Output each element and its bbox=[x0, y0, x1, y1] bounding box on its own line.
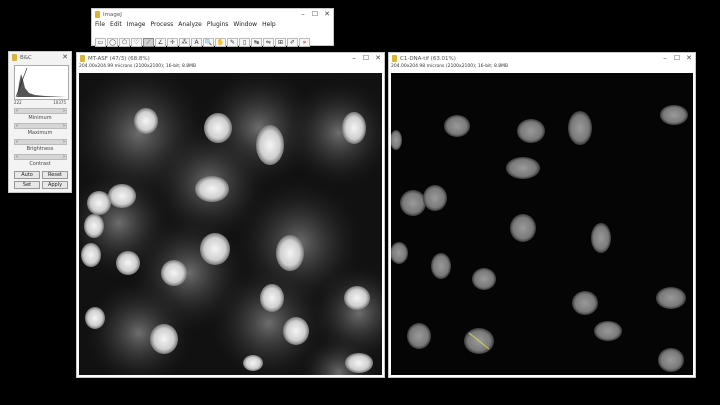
menu-help[interactable]: Help bbox=[262, 21, 276, 28]
imagej-titlebar[interactable]: ImageJ – ☐ ✕ bbox=[92, 9, 333, 20]
image2-app-icon bbox=[392, 55, 397, 62]
imagej-main-window: ImageJ – ☐ ✕ File Edit Image Process Analyze… bbox=[91, 8, 334, 47]
close-button[interactable]: ✕ bbox=[321, 9, 333, 20]
menu-plugins[interactable]: Plugins bbox=[207, 21, 229, 28]
arrow-right-icon[interactable]: › bbox=[63, 139, 65, 145]
menu-image[interactable]: Image bbox=[127, 21, 146, 28]
apply-button[interactable]: Apply bbox=[42, 181, 68, 189]
angle-tool-icon[interactable]: ∠ bbox=[155, 38, 166, 47]
maximum-slider[interactable]: ‹ › bbox=[14, 123, 67, 129]
minimize-button[interactable]: – bbox=[297, 9, 309, 20]
reset-button[interactable]: Reset bbox=[42, 171, 68, 179]
text-tool-icon[interactable]: A bbox=[191, 38, 202, 47]
histogram-min-value: 222 bbox=[14, 100, 22, 105]
arrow-right-icon[interactable]: › bbox=[63, 123, 65, 129]
lut-tool-icon[interactable]: ⇋ bbox=[263, 38, 274, 47]
dna-image bbox=[391, 73, 693, 375]
contrast-slider[interactable]: ‹ › bbox=[14, 154, 67, 160]
image2-canvas[interactable] bbox=[391, 73, 693, 375]
menu-bar: File Edit Image Process Analyze Plugins Window… bbox=[95, 21, 276, 28]
polygon-tool-icon[interactable]: ⬠ bbox=[119, 38, 130, 47]
contrast-label: Contrast bbox=[29, 161, 51, 167]
arrow-left-icon[interactable]: ‹ bbox=[16, 108, 18, 114]
maximize-button[interactable]: ☐ bbox=[671, 53, 683, 64]
set-button[interactable]: Set bbox=[14, 181, 40, 189]
menu-file[interactable]: File bbox=[95, 21, 105, 28]
imagej-title: ImageJ bbox=[103, 11, 122, 18]
maximize-button[interactable]: ☐ bbox=[309, 9, 321, 20]
close-button[interactable]: ✕ bbox=[683, 53, 695, 64]
maximize-button[interactable]: ☐ bbox=[360, 53, 372, 64]
image1-app-icon bbox=[80, 55, 85, 62]
image1-title: MT-ASF (47/3) (68.8%) bbox=[88, 55, 150, 62]
wand-tool-icon[interactable]: ⁂ bbox=[179, 38, 190, 47]
image1-canvas[interactable] bbox=[79, 73, 382, 375]
line-tool-icon[interactable]: ⟋ bbox=[143, 38, 154, 47]
menu-window[interactable]: Window bbox=[233, 21, 257, 28]
more-tools-icon[interactable]: » bbox=[299, 38, 310, 47]
histogram-plot bbox=[15, 67, 66, 98]
zoom-tool-icon[interactable]: 🔍 bbox=[203, 38, 214, 47]
minimum-label: Minimum bbox=[28, 115, 52, 121]
minimize-button[interactable]: – bbox=[348, 53, 360, 64]
arrow-left-icon[interactable]: ‹ bbox=[16, 123, 18, 129]
image-window-dna: C1-DNA-tif (63.01%) – ☐ ✕ 204.00x204.98 … bbox=[388, 52, 696, 378]
close-button[interactable]: ✕ bbox=[372, 53, 384, 64]
image1-info: 204.00x204.99 microns (2100x2100); 16-bi… bbox=[79, 64, 197, 69]
stk-tool-icon[interactable]: ↹ bbox=[251, 38, 262, 47]
rect-tool-icon[interactable]: ▭ bbox=[95, 38, 106, 47]
dev-tool-icon[interactable]: ⊞ bbox=[275, 38, 286, 47]
bc-titlebar[interactable]: B&C ✕ bbox=[9, 52, 71, 63]
oval-tool-icon[interactable]: ◯ bbox=[107, 38, 118, 47]
arrow-left-icon[interactable]: ‹ bbox=[16, 139, 18, 145]
dropper-tool-icon[interactable]: ✎ bbox=[227, 38, 238, 47]
freehand-tool-icon[interactable]: ♡ bbox=[131, 38, 142, 47]
custom-tool-icon[interactable]: ▯ bbox=[239, 38, 250, 47]
maximum-label: Maximum bbox=[27, 130, 53, 136]
hand-tool-icon[interactable]: ✋ bbox=[215, 38, 226, 47]
arrow-left-icon[interactable]: ‹ bbox=[16, 154, 18, 160]
arrow-right-icon[interactable]: › bbox=[63, 154, 65, 160]
histogram bbox=[14, 65, 69, 100]
minimize-button[interactable]: – bbox=[659, 53, 671, 64]
imagej-app-icon bbox=[95, 11, 100, 18]
auto-button[interactable]: Auto bbox=[14, 171, 40, 179]
image2-info: 204.00x204.98 microns (2100x2100); 16-bi… bbox=[391, 64, 509, 69]
menu-analyze[interactable]: Analyze bbox=[178, 21, 202, 28]
minimum-slider[interactable]: ‹ › bbox=[14, 108, 67, 114]
close-button[interactable]: ✕ bbox=[59, 52, 71, 63]
histogram-max-value: 10375 bbox=[53, 100, 66, 105]
bc-title: B&C bbox=[20, 54, 32, 61]
brightness-label: Brightness bbox=[26, 146, 54, 152]
image2-titlebar[interactable]: C1-DNA-tif (63.01%) – ☐ ✕ bbox=[389, 53, 695, 64]
image1-titlebar[interactable]: MT-ASF (47/3) (68.8%) – ☐ ✕ bbox=[77, 53, 384, 64]
pencil-tool-icon[interactable]: ✐ bbox=[287, 38, 298, 47]
menu-edit[interactable]: Edit bbox=[110, 21, 122, 28]
menu-process[interactable]: Process bbox=[150, 21, 173, 28]
arrow-right-icon[interactable]: › bbox=[63, 108, 65, 114]
bc-app-icon bbox=[12, 54, 17, 61]
brightness-contrast-window: B&C ✕ 222 10375 ‹ › Minimum ‹ › Maximum … bbox=[8, 51, 72, 193]
tool-bar: ▭ ◯ ⬠ ♡ ⟋ ∠ ✛ ⁂ A 🔍 ✋ ✎ ▯ ↹ ⇋ ⊞ ✐» bbox=[95, 38, 310, 47]
brightness-slider[interactable]: ‹ › bbox=[14, 139, 67, 145]
microtubule-image bbox=[79, 73, 382, 375]
image-window-mt: MT-ASF (47/3) (68.8%) – ☐ ✕ 204.00x204.9… bbox=[76, 52, 385, 378]
point-tool-icon[interactable]: ✛ bbox=[167, 38, 178, 47]
image2-title: C1-DNA-tif (63.01%) bbox=[400, 55, 456, 62]
